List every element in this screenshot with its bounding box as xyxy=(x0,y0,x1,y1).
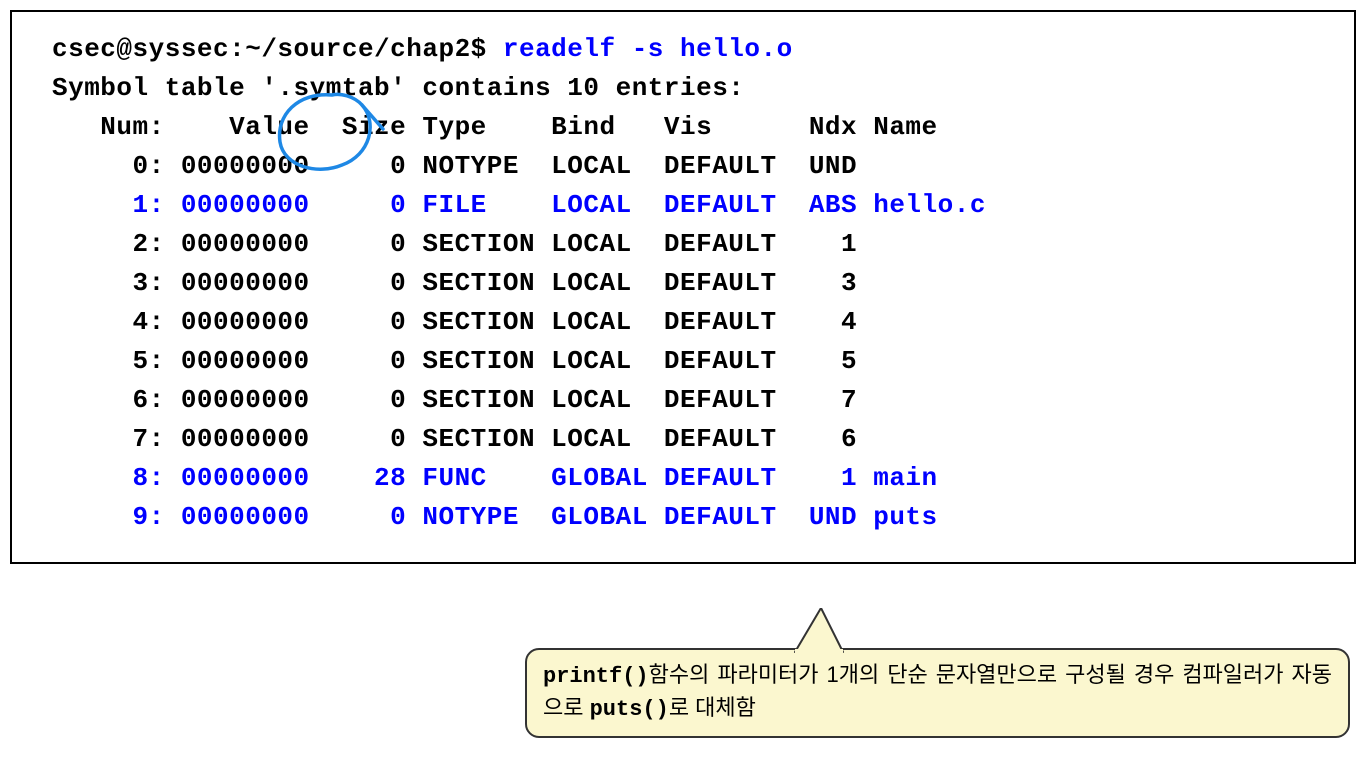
prompt-line: csec@syssec:~/source/chap2$ readelf -s h… xyxy=(52,30,1314,69)
table-row: 3: 00000000 0 SECTION LOCAL DEFAULT 3 xyxy=(52,264,1314,303)
symbol-table-header: Symbol table '.symtab' contains 10 entri… xyxy=(52,69,1314,108)
callout-annotation: printf()함수의 파라미터가 1개의 단순 문자열만으로 구성될 경우 컴… xyxy=(525,648,1350,738)
prompt: csec@syssec:~/source/chap2$ xyxy=(52,34,503,64)
table-row: 2: 00000000 0 SECTION LOCAL DEFAULT 1 xyxy=(52,225,1314,264)
symbol-rows: 0: 00000000 0 NOTYPE LOCAL DEFAULT UND 1… xyxy=(52,147,1314,537)
column-header: Num: Value Size Type Bind Vis Ndx Name xyxy=(52,108,1314,147)
table-row: 7: 00000000 0 SECTION LOCAL DEFAULT 6 xyxy=(52,420,1314,459)
table-row: 0: 00000000 0 NOTYPE LOCAL DEFAULT UND xyxy=(52,147,1314,186)
table-row: 5: 00000000 0 SECTION LOCAL DEFAULT 5 xyxy=(52,342,1314,381)
table-row: 4: 00000000 0 SECTION LOCAL DEFAULT 4 xyxy=(52,303,1314,342)
callout-text-2: 로 대체함 xyxy=(669,695,756,720)
table-row: 1: 00000000 0 FILE LOCAL DEFAULT ABS hel… xyxy=(52,186,1314,225)
table-row: 8: 00000000 28 FUNC GLOBAL DEFAULT 1 mai… xyxy=(52,459,1314,498)
callout-code-2: puts() xyxy=(590,697,669,722)
table-row: 6: 00000000 0 SECTION LOCAL DEFAULT 7 xyxy=(52,381,1314,420)
callout-box: printf()함수의 파라미터가 1개의 단순 문자열만으로 구성될 경우 컴… xyxy=(525,648,1350,738)
callout-pointer-icon xyxy=(783,608,863,653)
callout-code-1: printf() xyxy=(543,664,649,689)
table-row: 9: 00000000 0 NOTYPE GLOBAL DEFAULT UND … xyxy=(52,498,1314,537)
command: readelf -s hello.o xyxy=(503,34,793,64)
terminal-output-box: csec@syssec:~/source/chap2$ readelf -s h… xyxy=(10,10,1356,564)
